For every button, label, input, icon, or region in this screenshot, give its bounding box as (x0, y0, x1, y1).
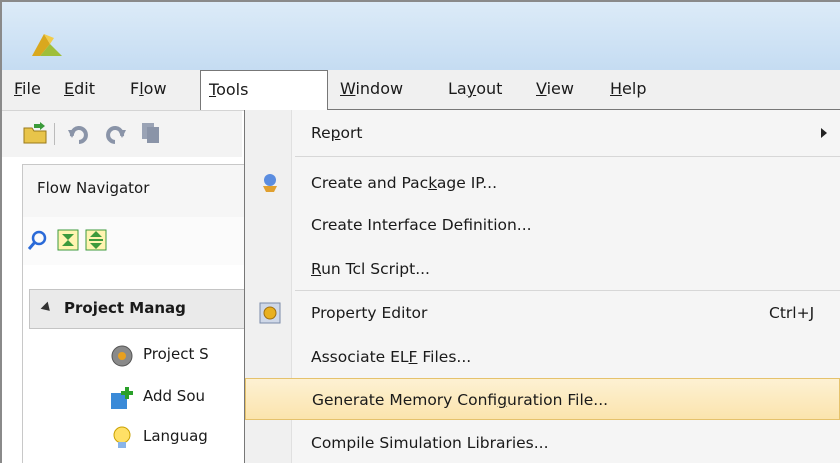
menu-window[interactable]: Window (340, 70, 403, 110)
open-project-icon[interactable] (22, 120, 48, 146)
undo-icon[interactable] (66, 120, 92, 146)
lightbulb-icon (113, 426, 131, 448)
menu-item-compile-simulation-libraries[interactable]: Compile Simulation Libraries... (245, 422, 840, 464)
menu-file[interactable]: File (14, 70, 41, 110)
tools-dropdown-menu: Report Create and Package IP... Create I… (244, 109, 840, 463)
menu-tools[interactable]: Tools (200, 70, 328, 110)
menu-flow[interactable]: Flow (130, 70, 167, 110)
expand-all-icon[interactable] (85, 229, 107, 251)
menu-help[interactable]: Help (610, 70, 646, 110)
add-sources-icon (111, 387, 133, 409)
flow-navigator-panel: Project Manag Project S Add Sou Languag (22, 265, 245, 463)
nav-item-project-settings[interactable]: Project S (143, 345, 209, 363)
search-icon[interactable] (27, 229, 49, 251)
redo-icon[interactable] (102, 120, 128, 146)
project-manager-section[interactable]: Project Manag (29, 289, 245, 329)
project-settings-gear-icon (111, 345, 133, 367)
submenu-arrow-icon (821, 128, 827, 138)
menu-edit[interactable]: Edit (64, 70, 95, 110)
menu-item-create-interface-definition[interactable]: Create Interface Definition... (245, 204, 840, 246)
menu-item-associate-elf-files[interactable]: Associate ELF Files... (245, 336, 840, 378)
menu-item-property-editor[interactable]: Property Editor Ctrl+J (245, 292, 840, 334)
menu-separator (295, 156, 840, 157)
menu-item-create-package-ip[interactable]: Create and Package IP... (245, 162, 840, 204)
menu-separator (295, 290, 840, 291)
flow-navigator-header: Flow Navigator (22, 164, 245, 218)
nav-item-add-sources[interactable]: Add Sou (143, 387, 205, 405)
vivado-logo-icon (32, 34, 62, 56)
menu-layout[interactable]: Layout (448, 70, 502, 110)
menu-view[interactable]: View (536, 70, 574, 110)
title-bar (2, 2, 840, 70)
expand-triangle-icon[interactable] (40, 301, 54, 315)
copy-icon[interactable] (138, 120, 164, 146)
property-editor-icon (259, 302, 281, 324)
main-toolbar (2, 111, 242, 157)
project-manager-label: Project Manag (64, 299, 186, 317)
nav-item-language-templates[interactable]: Languag (143, 427, 208, 445)
flow-navigator-tools (22, 217, 245, 265)
menu-bar: File Edit Flow Tools Window Layout View … (2, 70, 840, 111)
collapse-all-icon[interactable] (57, 229, 79, 251)
shortcut-label: Ctrl+J (769, 304, 815, 322)
package-ip-icon (263, 174, 277, 192)
toolbar-separator (54, 123, 55, 145)
menu-item-run-tcl-script[interactable]: Run Tcl Script... (245, 248, 840, 290)
flow-navigator-title: Flow Navigator (37, 179, 150, 197)
menu-item-generate-memory-configuration-file[interactable]: Generate Memory Configuration File... (245, 378, 840, 420)
menu-item-report[interactable]: Report (245, 112, 840, 154)
